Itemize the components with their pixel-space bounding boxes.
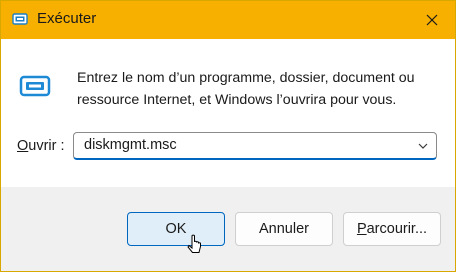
run-dialog-icon	[12, 13, 28, 25]
browse-mnemonic: P	[356, 221, 367, 237]
close-button[interactable]	[409, 1, 455, 39]
open-label: Ouvrir :	[17, 138, 65, 154]
title-bar[interactable]: Exécuter	[1, 1, 455, 39]
dialog-description: Entrez le nom d’un programme, dossier, d…	[77, 70, 415, 108]
dialog-body: Entrez le nom d’un programme, dossier, d…	[1, 39, 455, 187]
browse-label-rest: arcourir...	[366, 221, 428, 237]
open-combobox[interactable]: diskmgmt.msc	[73, 132, 437, 160]
open-label-mnemonic: O	[17, 138, 29, 154]
cancel-button[interactable]: Annuler	[235, 212, 333, 246]
open-label-rest: uvrir :	[28, 138, 65, 154]
ok-button[interactable]: OK	[127, 212, 225, 246]
mouse-cursor-icon	[187, 234, 201, 253]
close-icon	[426, 14, 438, 26]
run-program-icon	[19, 75, 51, 97]
browse-button[interactable]: Parcourir...	[343, 212, 441, 246]
chevron-down-icon[interactable]	[416, 139, 430, 153]
run-dialog-window: Exécuter Entrez le nom d’un programme, d…	[0, 0, 456, 272]
window-title: Exécuter	[37, 10, 97, 27]
open-combobox-value[interactable]: diskmgmt.msc	[84, 137, 177, 153]
dialog-footer: OK Annuler Parcourir...	[1, 187, 455, 271]
